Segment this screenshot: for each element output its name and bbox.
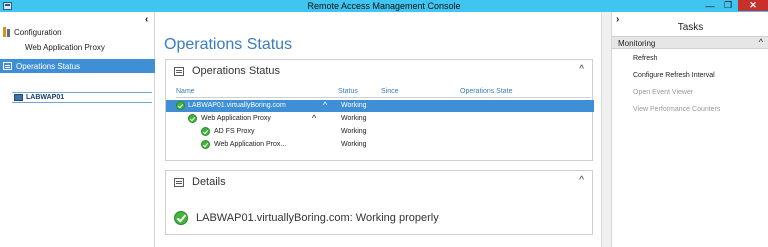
column-header-since[interactable]: Since (381, 88, 399, 95)
task-open-event-viewer: Open Event Viewer (633, 89, 694, 96)
row-name: Web Application Prox... (214, 141, 287, 148)
detail-message: LABWAP01.virtuallyBoring.com: Working pr… (196, 212, 439, 224)
restore-button[interactable]: ❐ (720, 0, 736, 11)
row-name: AD FS Proxy (214, 128, 255, 135)
tasks-pane: › Tasks Monitoring ^ Refresh Configure R… (611, 12, 768, 247)
table-row[interactable]: Web Application Prox... Working (166, 139, 594, 151)
page-title: Operations Status (164, 36, 293, 53)
center-scrollbar[interactable] (601, 12, 611, 247)
table-row[interactable]: LABWAP01.virtuallyBoring.com ^ Working (166, 100, 594, 112)
section-label: Monitoring (618, 39, 656, 48)
row-status: Working (341, 115, 367, 122)
table-row[interactable]: Web Application Proxy ^ Working (166, 113, 594, 125)
nav-item-label: Configuration (14, 27, 62, 37)
collapse-panel-icon[interactable]: ^ (579, 64, 584, 75)
column-header-name[interactable]: Name (176, 88, 195, 95)
status-grid-icon (174, 177, 184, 187)
task-refresh[interactable]: Refresh (633, 55, 658, 62)
header-divider (176, 97, 591, 98)
check-circle-icon (201, 127, 210, 136)
column-header-operations-state[interactable]: Operations State (460, 88, 513, 95)
collapse-row-icon[interactable]: ^ (323, 100, 327, 110)
status-grid-icon (3, 62, 12, 70)
check-circle-icon (188, 114, 197, 123)
server-name: LABWAP01 (26, 94, 65, 101)
nav-item-label: Operations Status (16, 61, 81, 71)
task-view-performance-counters: View Performance Counters (633, 106, 721, 113)
status-grid-icon (174, 66, 184, 76)
collapse-left-icon[interactable]: ‹ (145, 14, 148, 25)
panel-title: Operations Status (192, 65, 281, 77)
panel-title: Details (192, 176, 226, 188)
server-icon (14, 94, 23, 101)
table-row[interactable]: AD FS Proxy Working (166, 126, 594, 138)
collapse-row-icon[interactable]: ^ (312, 113, 316, 123)
tasks-title: Tasks (677, 22, 704, 33)
details-panel: Details ^ LABWAP01.virtuallyBoring.com: … (165, 170, 593, 235)
row-status: Working (341, 128, 367, 135)
detail-status: LABWAP01.virtuallyBoring.com: Working pr… (174, 211, 439, 225)
nav-item-label: Web Application Proxy (25, 43, 105, 52)
operations-status-panel: Operations Status ^ Name Status Since Op… (165, 59, 594, 161)
monitoring-section-header[interactable]: Monitoring ^ (612, 36, 768, 49)
row-name: LABWAP01.virtuallyBoring.com (188, 102, 286, 109)
check-circle-icon (174, 211, 188, 225)
row-name: Web Application Proxy (201, 115, 271, 122)
check-circle-icon (201, 140, 210, 149)
check-circle-icon (176, 101, 185, 110)
nav-item-web-application-proxy[interactable]: Web Application Proxy (25, 43, 105, 52)
row-status: Working (341, 102, 367, 109)
row-status: Working (341, 141, 367, 148)
server-list-item[interactable]: LABWAP01 (12, 92, 152, 103)
minimize-button[interactable]: — (702, 0, 718, 11)
collapse-section-icon[interactable]: ^ (759, 37, 763, 47)
configuration-icon (3, 27, 11, 37)
panel-header: Details (174, 176, 226, 188)
nav-item-operations-status[interactable]: Operations Status (0, 59, 155, 73)
task-configure-refresh-interval[interactable]: Configure Refresh Interval (633, 72, 715, 79)
column-header-status[interactable]: Status (338, 88, 358, 95)
window-title: Remote Access Management Console (307, 1, 461, 11)
left-nav-pane: ‹ Configuration Web Application Proxy Op… (0, 12, 155, 247)
collapse-panel-icon[interactable]: ^ (579, 175, 584, 186)
panel-header: Operations Status (174, 65, 280, 77)
title-bar: Remote Access Management Console — ❐ ✕ (0, 0, 768, 12)
close-button[interactable]: ✕ (738, 0, 768, 11)
main-content: Operations Status Operations Status ^ Na… (156, 12, 602, 247)
nav-item-configuration[interactable]: Configuration (3, 27, 62, 37)
